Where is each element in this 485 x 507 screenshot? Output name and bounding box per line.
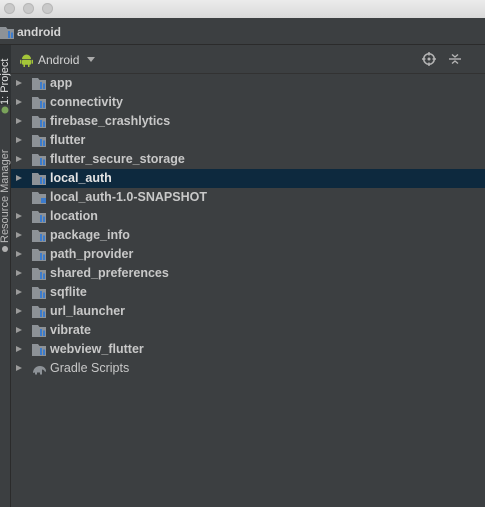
view-mode-label: Android (38, 52, 80, 67)
expand-arrow-icon[interactable] (16, 308, 22, 314)
tree-row-label: vibrate (50, 323, 91, 337)
project-name[interactable]: android (17, 25, 61, 39)
tree-row-label: sqflite (50, 285, 87, 299)
library-folder-icon (32, 192, 46, 204)
tree-row-label: package_info (50, 228, 130, 242)
tree-row-label: location (50, 209, 98, 223)
view-mode-dropdown[interactable]: Android (20, 51, 96, 68)
close-window-button[interactable] (4, 3, 15, 14)
expand-arrow-icon[interactable] (16, 270, 22, 276)
navigation-bar: android (0, 18, 485, 45)
panel-header: Android (11, 45, 485, 74)
module-folder-icon (32, 325, 46, 337)
tree-row-label: Gradle Scripts (50, 361, 130, 375)
project-tree: app connectivity firebase_crashlyticsflutt… (11, 74, 485, 378)
tree-row[interactable]: app (11, 74, 485, 93)
tree-row-label: firebase_crashlytics (50, 114, 171, 128)
module-folder-icon (32, 211, 46, 223)
tree-row-label: local_auth-1.0-SNAPSHOT (50, 190, 207, 204)
project-tab-icon (1, 106, 9, 114)
expand-arrow-icon[interactable] (16, 232, 22, 238)
module-folder-icon (32, 287, 46, 299)
tree-row[interactable]: shared_preferences (11, 264, 485, 283)
zoom-window-button[interactable] (42, 3, 53, 14)
expand-arrow-icon[interactable] (16, 137, 22, 143)
window-title-bar (0, 0, 485, 18)
module-folder-icon (32, 135, 46, 147)
expand-arrow-icon[interactable] (16, 346, 22, 352)
tree-row-label: local_auth (50, 171, 112, 185)
tree-row-label: flutter (50, 133, 86, 147)
expand-arrow-icon[interactable] (16, 251, 22, 257)
tree-row-label: url_launcher (50, 304, 126, 318)
tree-row-label: shared_preferences (50, 266, 169, 280)
tree-row-label: flutter_secure_storage (50, 152, 185, 166)
android-icon (20, 54, 33, 67)
tree-row[interactable]: path_provider (11, 245, 485, 264)
tree-row[interactable]: flutter (11, 131, 485, 150)
tab-resource-manager[interactable]: Resource Manager (0, 143, 11, 243)
tree-row-label: path_provider (50, 247, 134, 261)
module-folder-icon (32, 97, 46, 109)
tree-row[interactable]: local_auth (11, 169, 485, 188)
gradle-elephant-icon (33, 366, 46, 375)
crosshair-icon[interactable] (422, 52, 436, 66)
expand-arrow-icon[interactable] (16, 175, 22, 181)
module-folder-icon (32, 116, 46, 128)
tool-window-stripe: 1: Project Resource Manager (0, 45, 11, 507)
expand-arrow-icon[interactable] (16, 213, 22, 219)
chevron-down-icon (87, 57, 96, 62)
module-folder-icon (32, 306, 46, 318)
project-panel: Android app connectivity firebase_crashlyt… (11, 45, 485, 507)
module-folder-icon (32, 268, 46, 280)
tree-row[interactable]: firebase_crashlytics (11, 112, 485, 131)
tree-row[interactable]: vibrate (11, 321, 485, 340)
module-folder-icon (32, 173, 46, 185)
tree-row[interactable]: location (11, 207, 485, 226)
module-folder-icon (32, 344, 46, 356)
tree-row[interactable]: flutter_secure_storage (11, 150, 485, 169)
tab-project[interactable]: 1: Project (0, 45, 11, 105)
expand-arrow-icon[interactable] (16, 327, 22, 333)
module-folder-icon (32, 230, 46, 242)
tree-row-label: app (50, 76, 73, 90)
expand-arrow-icon[interactable] (16, 99, 22, 105)
resource-manager-icon (2, 246, 8, 252)
tree-row-label: connectivity (50, 95, 123, 109)
module-folder-icon (32, 154, 46, 166)
tree-row[interactable]: connectivity (11, 93, 485, 112)
tree-row[interactable]: package_info (11, 226, 485, 245)
tree-row[interactable]: webview_flutter (11, 340, 485, 359)
expand-arrow-icon[interactable] (16, 365, 22, 371)
collapse-all-icon[interactable] (448, 52, 462, 66)
module-folder-icon (32, 249, 46, 261)
tree-row[interactable]: url_launcher (11, 302, 485, 321)
minimize-window-button[interactable] (23, 3, 34, 14)
tree-row[interactable]: Gradle Scripts (11, 359, 485, 378)
tree-row-label: webview_flutter (50, 342, 144, 356)
expand-arrow-icon[interactable] (16, 156, 22, 162)
expand-arrow-icon[interactable] (16, 80, 22, 86)
module-folder-icon (32, 78, 46, 90)
expand-arrow-icon[interactable] (16, 289, 22, 295)
tree-row[interactable]: local_auth-1.0-SNAPSHOT (11, 188, 485, 207)
expand-arrow-icon[interactable] (16, 118, 22, 124)
module-folder-icon (0, 27, 14, 39)
tree-row[interactable]: sqflite (11, 283, 485, 302)
